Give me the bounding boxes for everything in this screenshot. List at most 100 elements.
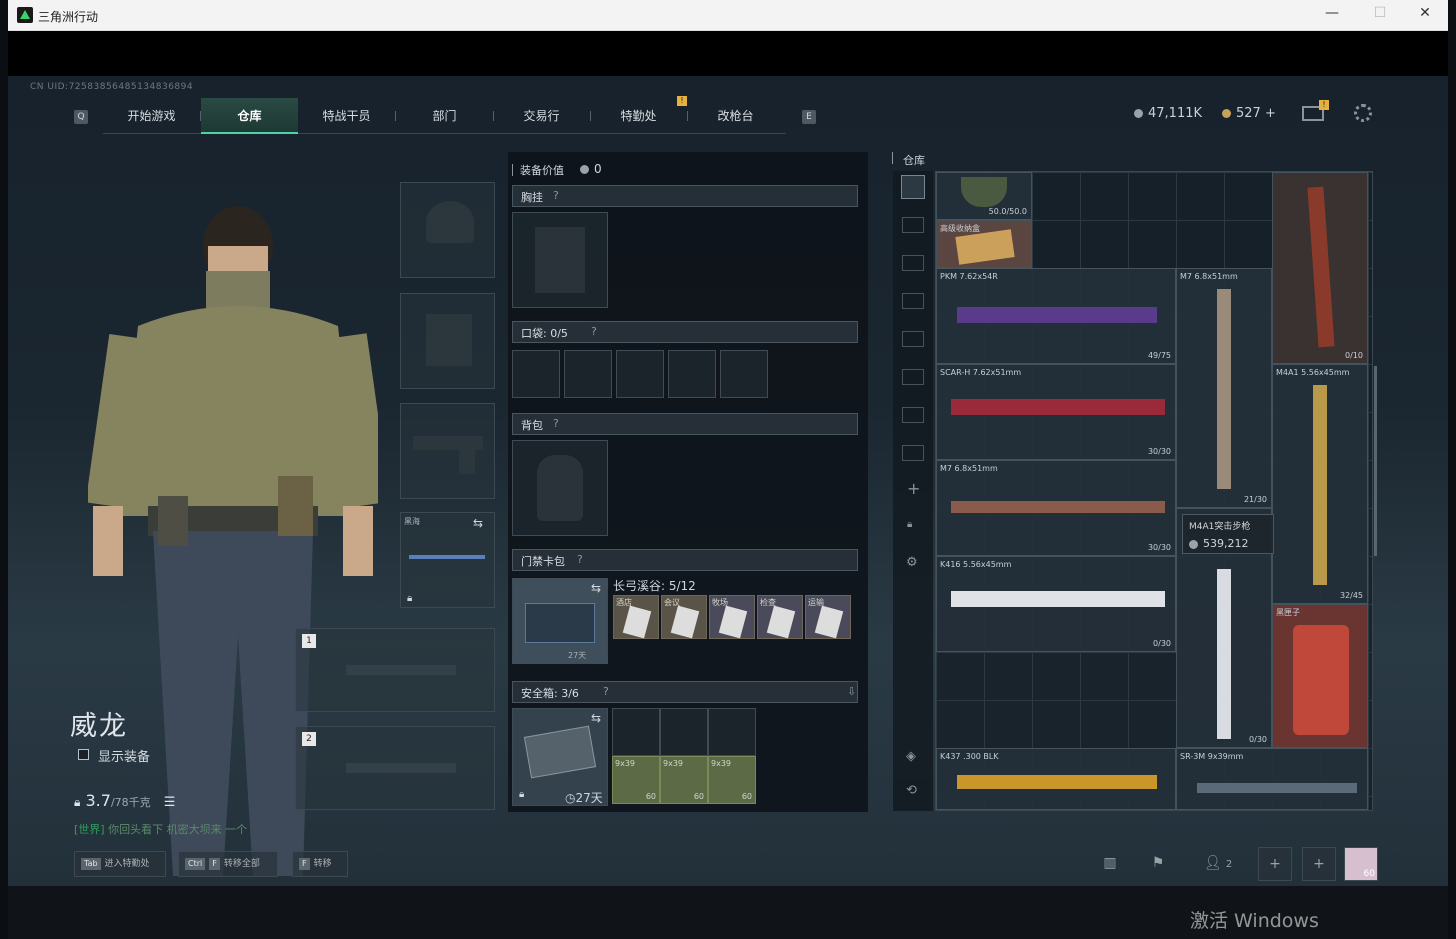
warehouse-item[interactable]: SR-3M 9x39mm bbox=[1176, 748, 1368, 810]
swap-icon[interactable]: ⇆ bbox=[473, 516, 483, 530]
squad-button[interactable]: 👤︎ 2 bbox=[1194, 847, 1242, 881]
tab-special-ops[interactable]: 特勤处 bbox=[590, 98, 687, 134]
melee-slot[interactable]: 黑海 ⇆ 🔒︎ bbox=[400, 512, 495, 608]
warehouse-item[interactable]: 50.0/50.0 bbox=[936, 172, 1032, 220]
operator-name: 威龙 bbox=[70, 711, 128, 742]
keycard-item[interactable]: 酒店 bbox=[613, 595, 659, 639]
pocket-slot[interactable] bbox=[564, 350, 612, 398]
storage-tab-icon[interactable] bbox=[902, 331, 924, 347]
swap-icon[interactable]: ⇆ bbox=[591, 581, 601, 595]
safe-box-cell[interactable] bbox=[708, 708, 756, 756]
storage-tab-icon[interactable] bbox=[902, 255, 924, 271]
player-avatar[interactable]: 60 bbox=[1344, 847, 1378, 881]
storage-tab-icon[interactable] bbox=[902, 369, 924, 385]
keycard-section: 门禁卡包? bbox=[512, 549, 858, 571]
settings-icon[interactable]: ⚙ bbox=[906, 555, 918, 570]
pocket-slot[interactable] bbox=[668, 350, 716, 398]
sort-icon[interactable]: ⟲ bbox=[906, 783, 917, 798]
holster-slot[interactable] bbox=[400, 403, 495, 499]
ammo-item[interactable]: 9x39 60 bbox=[708, 756, 756, 804]
warehouse-item[interactable]: 高级收纳盒 bbox=[936, 220, 1032, 268]
warehouse-item[interactable]: K416 5.56x45mm 0/30 bbox=[936, 556, 1176, 652]
primary-weapon-slot-2[interactable]: 2 bbox=[295, 726, 495, 810]
layers-icon[interactable]: ◈ bbox=[906, 749, 916, 764]
show-gear-checkbox[interactable] bbox=[78, 749, 89, 760]
nav-prev-key[interactable]: Q bbox=[74, 110, 88, 124]
help-icon[interactable]: ? bbox=[577, 553, 583, 566]
ammo-item[interactable]: 9x39 60 bbox=[660, 756, 708, 804]
helmet-slot[interactable] bbox=[400, 182, 495, 278]
settings-gear-icon[interactable] bbox=[1354, 104, 1372, 122]
currency-primary[interactable]: 47,111K bbox=[1134, 106, 1202, 121]
close-icon[interactable]: ✕ bbox=[1411, 5, 1439, 25]
chest-rig-label: 胸挂 bbox=[521, 191, 543, 204]
keycard-item[interactable]: 检查 bbox=[757, 595, 803, 639]
warehouse-home-icon[interactable] bbox=[901, 175, 925, 199]
warehouse-item[interactable]: K437 .300 BLK bbox=[936, 748, 1176, 810]
pistol-grip bbox=[459, 448, 475, 474]
tab-gunsmith[interactable]: 改枪台 bbox=[687, 98, 784, 134]
storage-tab-icon[interactable] bbox=[902, 407, 924, 423]
invite-slot-button[interactable]: + bbox=[1302, 847, 1336, 881]
warehouse-item[interactable]: 0/10 bbox=[1272, 172, 1368, 364]
item-name: M7 6.8x51mm bbox=[1180, 272, 1238, 281]
storage-tab-icon[interactable] bbox=[902, 445, 924, 461]
backpack-slot[interactable] bbox=[512, 440, 608, 536]
stats-icon[interactable]: ▥ bbox=[1093, 847, 1127, 881]
keycard-bag-slot[interactable]: ⇆ bbox=[512, 578, 608, 664]
flag-icon[interactable]: ⚑ bbox=[1141, 847, 1175, 881]
warehouse-item[interactable]: M7 6.8x51mm 30/30 bbox=[936, 460, 1176, 556]
warehouse-item[interactable]: SCAR-H 7.62x51mm 30/30 bbox=[936, 364, 1176, 460]
currency-secondary[interactable]: 527 + bbox=[1222, 106, 1276, 121]
chest-rig-slot[interactable] bbox=[512, 212, 608, 308]
tab-start-game[interactable]: 开始游戏 bbox=[103, 98, 200, 134]
ammo-caliber: 9x39 bbox=[663, 759, 684, 768]
safe-box-cell[interactable] bbox=[660, 708, 708, 756]
invite-slot-button[interactable]: + bbox=[1258, 847, 1292, 881]
keycard-item[interactable]: 牧场 bbox=[709, 595, 755, 639]
button-label: 进入特勤处 bbox=[104, 859, 150, 869]
pocket-slot[interactable] bbox=[720, 350, 768, 398]
help-icon[interactable]: ? bbox=[553, 189, 559, 202]
warehouse-item[interactable]: 黑匣子 bbox=[1272, 604, 1368, 748]
squad-icon: 👤︎ bbox=[1203, 855, 1222, 871]
keycard-item[interactable]: 运输 bbox=[805, 595, 851, 639]
pocket-slot[interactable] bbox=[616, 350, 664, 398]
warehouse-title: 仓库 bbox=[903, 154, 925, 167]
help-icon[interactable]: ? bbox=[591, 325, 597, 338]
warehouse-item[interactable]: M4A1 5.56x45mm 32/45 bbox=[1272, 364, 1368, 604]
transfer-all-button[interactable]: Ctrl F 转移全部 bbox=[178, 851, 278, 877]
show-gear-label: 显示装备 bbox=[98, 750, 151, 765]
tab-department[interactable]: 部门 bbox=[396, 98, 493, 134]
ammo-item[interactable]: 9x39 60 bbox=[612, 756, 660, 804]
keycard-item[interactable]: 会议 bbox=[661, 595, 707, 639]
chat-line[interactable]: [世界] 你回头看下 机密大坝来 一个 bbox=[74, 821, 247, 837]
rifle-icon bbox=[951, 591, 1165, 607]
tab-trading[interactable]: 交易行 bbox=[493, 98, 590, 134]
safe-box-cell[interactable] bbox=[612, 708, 660, 756]
warehouse-scrollbar[interactable] bbox=[1374, 366, 1377, 556]
pocket-slot[interactable] bbox=[512, 350, 560, 398]
enter-special-ops-button[interactable]: Tab 进入特勤处 bbox=[74, 851, 166, 877]
lock-icon: 🔒︎ bbox=[519, 789, 525, 800]
maximize-icon[interactable]: ☐ bbox=[1366, 5, 1394, 25]
pin-icon[interactable]: ⇩ bbox=[847, 685, 856, 698]
warehouse-item[interactable]: M7 6.8x51mm 21/30 bbox=[1176, 268, 1272, 508]
tab-operators[interactable]: 特战干员 bbox=[298, 98, 395, 134]
nav-next-key[interactable]: E bbox=[802, 110, 816, 124]
warehouse-item[interactable]: PKM 7.62x54R 49/75 bbox=[936, 268, 1176, 364]
list-icon[interactable]: ☰ bbox=[164, 795, 176, 810]
help-icon[interactable]: ? bbox=[603, 685, 609, 698]
armor-slot[interactable] bbox=[400, 293, 495, 389]
tab-warehouse[interactable]: 仓库 bbox=[201, 98, 298, 134]
primary-weapon-slot-1[interactable]: 1 bbox=[295, 628, 495, 712]
coin-gold-icon bbox=[1222, 109, 1231, 118]
add-storage-icon[interactable]: + bbox=[907, 479, 920, 498]
minimize-icon[interactable]: — bbox=[1318, 5, 1346, 25]
transfer-button[interactable]: F 转移 bbox=[292, 851, 348, 877]
swap-icon[interactable]: ⇆ bbox=[591, 711, 601, 725]
safe-box-slot[interactable]: ⇆ 🔒︎ ◷27天 bbox=[512, 708, 608, 806]
storage-tab-icon[interactable] bbox=[902, 293, 924, 309]
help-icon[interactable]: ? bbox=[553, 417, 559, 430]
storage-tab-icon[interactable] bbox=[902, 217, 924, 233]
